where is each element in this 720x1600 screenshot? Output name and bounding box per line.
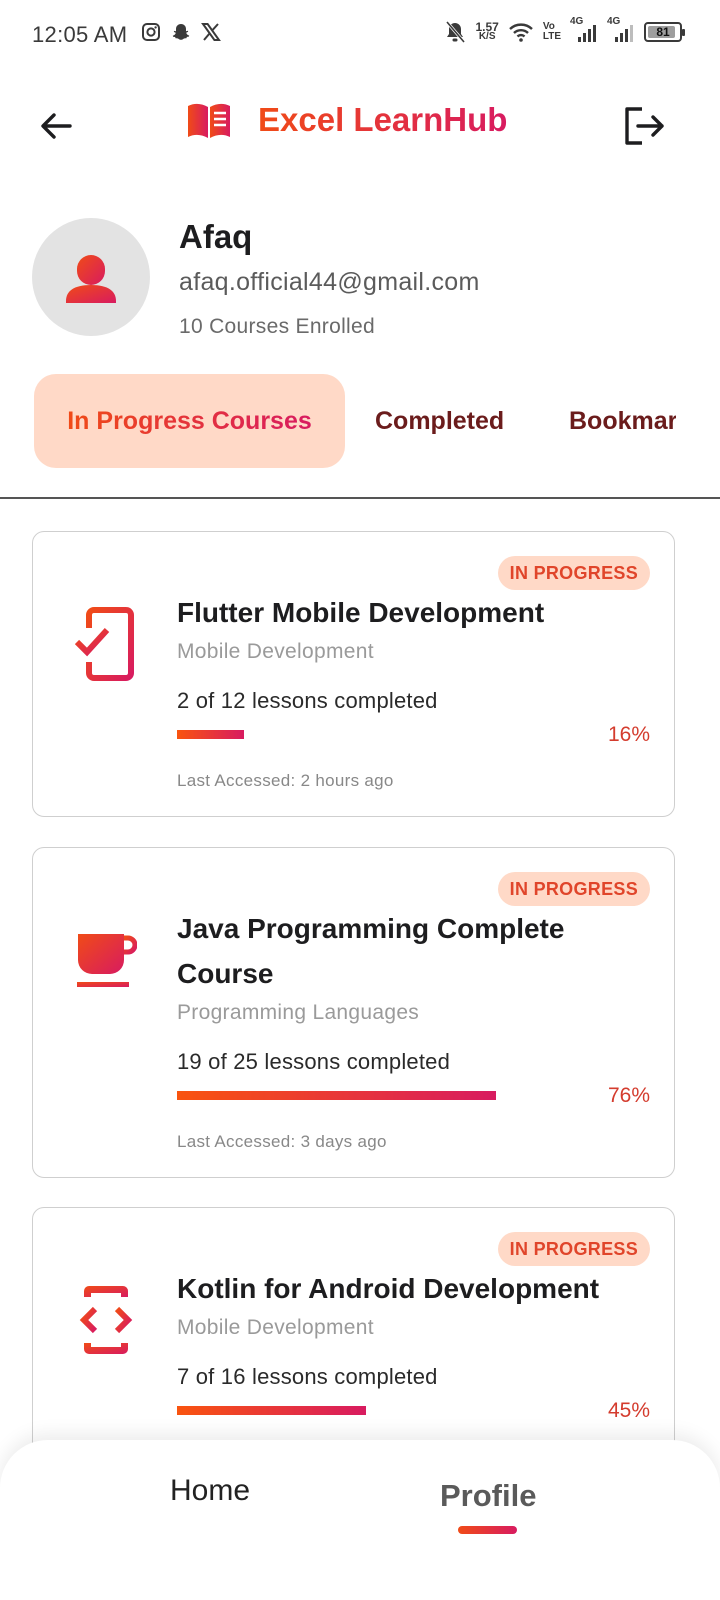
progress-bar xyxy=(177,1091,597,1100)
tabs-overflow-mask xyxy=(676,374,720,470)
course-title: Java Programming Complete Course xyxy=(177,913,565,989)
progress-percent: 45% xyxy=(607,1399,650,1422)
person-icon xyxy=(66,255,116,303)
status-time: 12:05 AM xyxy=(32,22,128,47)
course-title: Flutter Mobile Development xyxy=(177,597,545,628)
signal-strength-sim2: 4G xyxy=(607,16,635,44)
progress-percent: 16% xyxy=(607,723,650,746)
nav-home[interactable]: Home xyxy=(170,1474,250,1508)
battery-indicator: 81 xyxy=(644,22,685,42)
nav-profile[interactable]: Profile xyxy=(440,1478,536,1514)
app-bar: Excel LearnHub xyxy=(0,90,720,162)
progress-bar xyxy=(177,730,597,739)
mute-bell-icon xyxy=(446,21,466,43)
progress-fill xyxy=(177,1091,497,1100)
lessons-completed: 19 of 25 lessons completed xyxy=(177,1049,451,1074)
status-bar: 12:05 AM 1.57 K/S Vo LTE 4G 4G 81 xyxy=(0,0,720,72)
mobile-check-icon xyxy=(75,607,134,681)
course-icon xyxy=(71,920,141,1000)
progress-fill xyxy=(177,1406,366,1415)
status-badge: IN PROGRESS xyxy=(497,1232,650,1266)
avatar[interactable] xyxy=(32,218,150,336)
nav-active-indicator xyxy=(458,1526,517,1534)
screen: 12:05 AM 1.57 K/S Vo LTE 4G 4G 81 Excel … xyxy=(0,0,720,1600)
course-category: Mobile Development xyxy=(177,1316,374,1339)
courses-enrolled: 10 Courses Enrolled xyxy=(179,315,375,338)
logout-button[interactable] xyxy=(620,104,668,148)
progress-percent: 76% xyxy=(607,1084,650,1107)
course-title: Kotlin for Android Development xyxy=(177,1273,600,1304)
profile-header: Afaq afaq.official44@gmail.com 10 Course… xyxy=(32,218,692,348)
status-badge: IN PROGRESS xyxy=(497,556,650,590)
x-icon xyxy=(201,23,221,41)
signal-strength-sim1: 4G xyxy=(570,16,598,44)
coffee-cup-icon xyxy=(77,934,137,987)
status-badge: IN PROGRESS xyxy=(497,872,650,906)
code-brackets-icon xyxy=(79,1286,133,1354)
lessons-completed: 7 of 16 lessons completed xyxy=(177,1364,438,1389)
tab-in-progress[interactable]: In Progress Courses xyxy=(34,374,345,468)
course-card[interactable]: IN PROGRESS Flutter Mobile Development M… xyxy=(32,531,675,817)
last-accessed: Last Accessed: 3 days ago xyxy=(177,1132,387,1151)
tabs-divider xyxy=(0,497,720,499)
wifi-icon xyxy=(509,23,533,42)
course-card[interactable]: IN PROGRESS Java Programming Complete Co… xyxy=(32,847,675,1178)
course-tabs: In Progress Courses Completed Bookmarks xyxy=(0,374,720,470)
network-speed: 1.57 K/S xyxy=(475,20,499,42)
bottom-navigation: Home Profile xyxy=(0,1440,720,1600)
profile-name: Afaq xyxy=(179,218,253,255)
lessons-completed: 2 of 12 lessons completed xyxy=(177,688,438,713)
app-title: Excel LearnHub xyxy=(258,101,508,138)
course-category: Mobile Development xyxy=(177,640,374,663)
logout-icon xyxy=(625,107,664,145)
course-icon xyxy=(71,604,141,684)
tab-completed[interactable]: Completed xyxy=(375,374,504,468)
arrow-back-icon xyxy=(41,113,72,139)
back-button[interactable] xyxy=(34,104,78,148)
app-brand: Excel LearnHub xyxy=(186,100,507,140)
system-status-icons: 1.57 K/S Vo LTE 4G 4G 81 xyxy=(444,16,685,44)
notification-icons xyxy=(141,22,221,42)
profile-email: afaq.official44@gmail.com xyxy=(179,268,480,296)
course-category: Programming Languages xyxy=(177,1001,420,1024)
snapchat-icon xyxy=(172,24,190,40)
progress-bar xyxy=(177,1406,597,1415)
last-accessed: Last Accessed: 2 hours ago xyxy=(177,771,394,790)
instagram-icon xyxy=(142,23,160,41)
progress-fill xyxy=(177,730,245,739)
volte-indicator: Vo LTE xyxy=(542,21,561,42)
book-icon xyxy=(188,103,230,138)
course-icon xyxy=(71,1280,141,1360)
